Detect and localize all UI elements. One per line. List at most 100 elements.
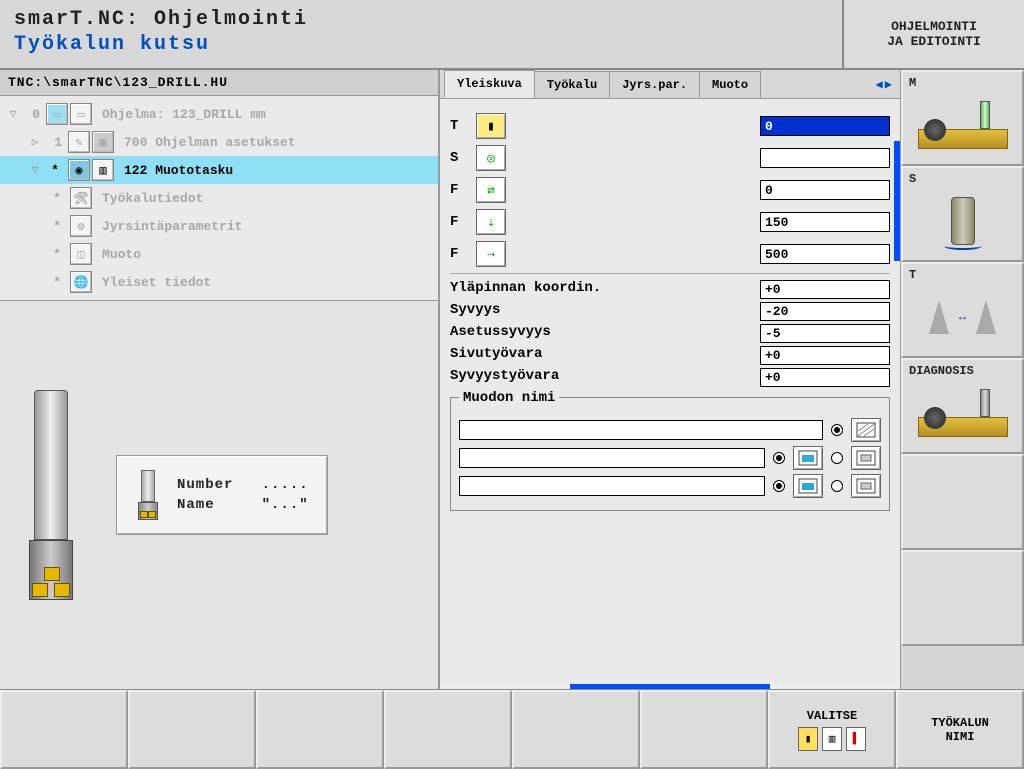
- file-path: TNC:\smarTNC\123_DRILL.HU: [0, 70, 438, 96]
- input-depth-allowance[interactable]: [760, 368, 890, 387]
- param-label-F1: F: [450, 182, 468, 198]
- input-F3[interactable]: [760, 244, 890, 264]
- side-btn-M[interactable]: M: [901, 70, 1024, 166]
- param-label-F2: F: [450, 214, 468, 230]
- tab-bar: Yleiskuva Työkalu Jyrs.par. Muoto ◀▶: [440, 70, 900, 99]
- mini-tool-icon: [135, 470, 161, 520]
- pocket-icon-2: ▥: [92, 159, 114, 181]
- tree-item-globaldata[interactable]: * 🌐 Yleiset tiedot: [0, 268, 438, 296]
- tree-item-shape[interactable]: * ◫ Muoto: [0, 240, 438, 268]
- softkey-4[interactable]: [384, 690, 512, 769]
- softkey-1[interactable]: [0, 690, 128, 769]
- input-top-coord[interactable]: [760, 280, 890, 299]
- param-label-S: S: [450, 150, 468, 166]
- tree-item-pocket[interactable]: ▽ * ◉ ▥ 122 Muototasku: [0, 156, 438, 184]
- shape-input-2[interactable]: [459, 448, 765, 468]
- side-btn-empty-1[interactable]: [901, 454, 1024, 550]
- input-T[interactable]: [760, 116, 890, 136]
- shape-input-3[interactable]: [459, 476, 765, 496]
- tool-preview-panel: Number ..... Name "...": [0, 300, 438, 689]
- softkey-2[interactable]: [128, 690, 256, 769]
- mode-button[interactable]: OHJELMOINTI JA EDITOINTI: [844, 0, 1024, 68]
- softkey-bar: VALITSE ▮ ▥ ▌ TYÖKALUN NIMI: [0, 689, 1024, 769]
- tool-info-card: Number ..... Name "...": [116, 455, 328, 535]
- softkey-5[interactable]: [512, 690, 640, 769]
- tab-millparams[interactable]: Jyrs.par.: [609, 71, 700, 98]
- tree-item-millparams[interactable]: * ⚙ Jyrsintäparametrit: [0, 212, 438, 240]
- shape-radio-3a[interactable]: [773, 480, 785, 492]
- page-title: smarT.NC: Ohjelmointi: [14, 8, 828, 31]
- shape-radio-2a[interactable]: [773, 452, 785, 464]
- page-subtitle: Työkalun kutsu: [14, 33, 828, 56]
- mode-line1: OHJELMOINTI: [856, 19, 1012, 34]
- tool-graphic: [16, 390, 86, 600]
- shape-legend: Muodon nimi: [459, 390, 559, 406]
- pocket-fill-icon[interactable]: [793, 446, 823, 470]
- softkey-6[interactable]: [640, 690, 768, 769]
- tree-item-tooldata[interactable]: * 🛠 Työkalutiedot: [0, 184, 438, 212]
- spindle-speed-icon[interactable]: ◎: [476, 145, 506, 171]
- input-step-depth[interactable]: [760, 324, 890, 343]
- shape-name-fieldset: Muodon nimi: [450, 397, 890, 511]
- input-F1[interactable]: [760, 180, 890, 200]
- side-btn-S[interactable]: S: [901, 166, 1024, 262]
- millparams-icon: ⚙: [70, 215, 92, 237]
- tree-item-program[interactable]: ▽ 0 ▭ ▭ Ohjelma: 123_DRILL mm: [0, 100, 438, 128]
- pocket-icon: ◉: [68, 159, 90, 181]
- pocket-hatched-icon[interactable]: [851, 418, 881, 442]
- side-btn-diagnosis[interactable]: DIAGNOSIS: [901, 358, 1024, 454]
- footer-accent: [570, 684, 770, 689]
- number-value: .....: [262, 477, 309, 493]
- side-btn-empty-2[interactable]: [901, 550, 1024, 646]
- softkey-3[interactable]: [256, 690, 384, 769]
- header-area: smarT.NC: Ohjelmointi Työkalun kutsu: [0, 0, 844, 68]
- input-depth[interactable]: [760, 302, 890, 321]
- island-hatched-icon-2[interactable]: [851, 474, 881, 498]
- input-F2[interactable]: [760, 212, 890, 232]
- settings-icon-2: ▦: [92, 131, 114, 153]
- tree-item-settings[interactable]: ▷ 1 ✎ ▦ 700 Ohjelman asetukset: [0, 128, 438, 156]
- shape-radio-2b[interactable]: [831, 452, 843, 464]
- input-S[interactable]: [760, 148, 890, 168]
- feed-icon-3[interactable]: ⇢: [476, 241, 506, 267]
- tool-number-icon[interactable]: ▮: [476, 113, 506, 139]
- tab-shape[interactable]: Muoto: [699, 71, 761, 98]
- input-side-allowance[interactable]: [760, 346, 890, 365]
- softkey-valitse[interactable]: VALITSE ▮ ▥ ▌: [768, 690, 896, 769]
- coord-label-step: Asetussyvyys: [450, 324, 760, 343]
- program-tree: ▽ 0 ▭ ▭ Ohjelma: 123_DRILL mm ▷ 1 ✎ ▦ 70: [0, 96, 438, 300]
- side-btn-T[interactable]: T ↔: [901, 262, 1024, 358]
- select-list-icon: ▥: [822, 727, 842, 751]
- side-toolbar: M S T ↔ DIAGNOSIS: [900, 70, 1024, 689]
- tooldata-icon: 🛠: [70, 187, 92, 209]
- tab-overview[interactable]: Yleiskuva: [444, 70, 535, 98]
- coord-label-side: Sivutyövara: [450, 346, 760, 365]
- settings-icon: ✎: [68, 131, 90, 153]
- shape-radio-3b[interactable]: [831, 480, 843, 492]
- select-tool-icon: ▮: [798, 727, 818, 751]
- program-icon-2: ▭: [70, 103, 92, 125]
- name-value: "...": [262, 497, 309, 513]
- scroll-indicator: [894, 141, 900, 261]
- name-label: Name: [177, 497, 215, 513]
- tab-tool[interactable]: Työkalu: [534, 71, 610, 98]
- param-label-T: T: [450, 118, 468, 134]
- shape-input-1[interactable]: [459, 420, 823, 440]
- globe-icon: 🌐: [70, 271, 92, 293]
- island-hatched-icon[interactable]: [851, 446, 881, 470]
- shape-radio-1a[interactable]: [831, 424, 843, 436]
- select-thermo-icon: ▌: [846, 727, 866, 751]
- mode-line2: JA EDITOINTI: [856, 34, 1012, 49]
- pocket-fill-icon-2[interactable]: [793, 474, 823, 498]
- softkey-tool-name[interactable]: TYÖKALUN NIMI: [896, 690, 1024, 769]
- coord-label-depthallow: Syvyystyövara: [450, 368, 760, 387]
- feed-icon-2[interactable]: ⇣: [476, 209, 506, 235]
- number-label: Number: [177, 477, 233, 493]
- program-icon: ▭: [46, 103, 68, 125]
- coord-label-top: Yläpinnan koordin.: [450, 280, 760, 299]
- param-label-F3: F: [450, 246, 468, 262]
- feed-icon-1[interactable]: ⇄: [476, 177, 506, 203]
- tab-scroll-arrows[interactable]: ◀▶: [870, 77, 900, 92]
- coord-label-depth: Syvyys: [450, 302, 760, 321]
- shape-icon: ◫: [70, 243, 92, 265]
